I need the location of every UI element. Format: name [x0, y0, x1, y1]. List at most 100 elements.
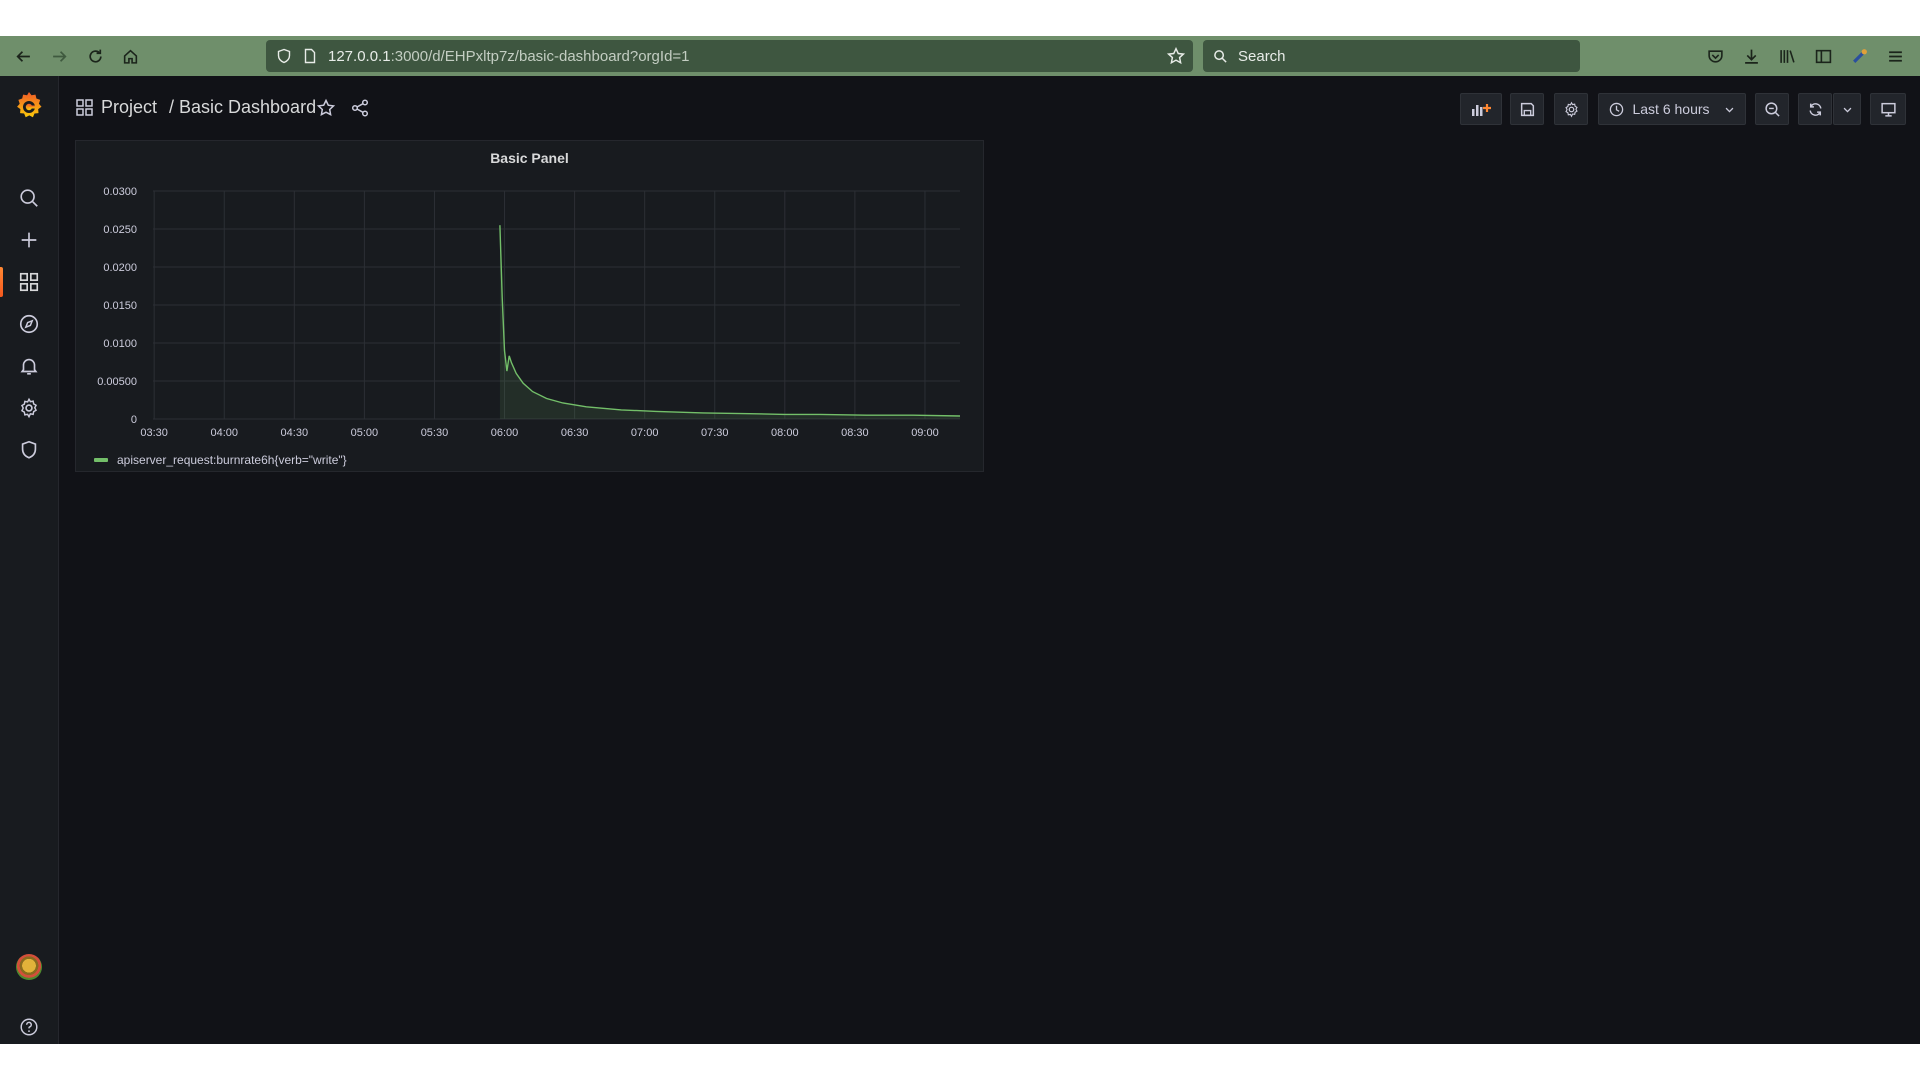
basic-panel[interactable]: Basic Panel 0 0.00500 0.0100 0.0150 0.0200 0.… [75, 140, 984, 472]
download-icon [1744, 49, 1758, 64]
back-icon [15, 50, 30, 62]
user-avatar[interactable] [16, 954, 42, 980]
breadcrumb-separator: / [169, 97, 175, 117]
reload-icon [88, 49, 102, 63]
time-range-label: Last 6 hours [1632, 101, 1710, 117]
url-bar[interactable]: 127.0.0.1:3000/d/EHPxltp7z/basic-dashboa… [266, 40, 1193, 72]
y-tick-label: 0.0300 [103, 186, 137, 198]
menu-icon [1888, 50, 1902, 62]
chevron-down-icon [1725, 107, 1733, 112]
back-button[interactable] [5, 36, 41, 76]
library-button[interactable] [1769, 36, 1805, 76]
compass-icon [19, 314, 39, 334]
y-tick-label: 0 [131, 414, 137, 426]
x-tick-label: 05:00 [351, 427, 379, 439]
legend-item[interactable]: apiserver_request:burnrate6h{verb="write… [94, 453, 347, 467]
y-tick-label: 0.0200 [103, 262, 137, 274]
browser-search-bar[interactable] [1203, 40, 1580, 72]
star-icon[interactable] [316, 98, 336, 118]
legend-label: apiserver_request:burnrate6h{verb="write… [117, 453, 347, 467]
gear-icon [1564, 101, 1578, 117]
help-icon [20, 1018, 38, 1036]
x-tick-label: 08:00 [771, 427, 799, 439]
x-tick-label: 08:30 [841, 427, 869, 439]
breadcrumb-folder[interactable]: Project [101, 97, 157, 118]
home-icon [123, 49, 137, 64]
x-tick-label: 05:30 [421, 427, 449, 439]
search-icon [20, 189, 38, 207]
side-item-help[interactable] [0, 1006, 58, 1048]
side-item-explore[interactable] [0, 303, 58, 345]
library-icon [1779, 49, 1795, 63]
app-menu-button[interactable] [1877, 36, 1913, 76]
pocket-button[interactable] [1697, 36, 1733, 76]
reload-button[interactable] [77, 36, 113, 76]
add-panel-button[interactable] [1460, 93, 1502, 125]
forward-icon [52, 50, 67, 62]
downloads-button[interactable] [1733, 36, 1769, 76]
zoom-out-button[interactable] [1755, 93, 1789, 125]
home-button[interactable] [112, 36, 148, 76]
url-path: :3000/d/EHPxltp7z/basic-dashboard?orgId=… [390, 47, 690, 65]
legend-swatch [94, 458, 108, 462]
grafana-app: Project / Basic Dashboard Last 6 hours B… [0, 76, 1920, 1044]
dashboards-grid-icon [76, 99, 93, 116]
dashboards-grid-icon [19, 272, 39, 292]
sidebar-icon [1815, 49, 1831, 63]
y-tick-label: 0.00500 [97, 376, 137, 388]
y-tick-label: 0.0150 [103, 300, 137, 312]
side-item-create[interactable] [0, 219, 58, 261]
line-chart[interactable]: 0 0.00500 0.0100 0.0150 0.0200 0.0250 0.0300 03… [76, 141, 983, 446]
cycle-view-mode-button[interactable] [1870, 93, 1906, 125]
refresh-interval-dropdown[interactable] [1833, 93, 1861, 125]
bookmark-star-icon[interactable] [1167, 47, 1185, 65]
x-tick-label: 07:00 [631, 427, 659, 439]
dashboard-title[interactable]: Basic Dashboard [179, 97, 316, 118]
grafana-logo-icon[interactable] [13, 90, 45, 122]
browser-search-input[interactable] [1236, 46, 1560, 66]
extension-icon [1852, 48, 1867, 63]
side-item-server-admin[interactable] [0, 429, 58, 471]
x-tick-label: 04:00 [210, 427, 238, 439]
refresh-button[interactable] [1798, 93, 1832, 125]
x-tick-label: 06:30 [561, 427, 589, 439]
x-tick-label: 03:30 [140, 427, 168, 439]
side-menu [0, 76, 59, 1044]
x-tick-label: 07:30 [701, 427, 729, 439]
search-icon [1214, 49, 1227, 63]
chevron-down-icon [1843, 107, 1851, 112]
pocket-icon [1707, 49, 1723, 63]
series-area [499, 225, 960, 419]
side-item-search[interactable] [0, 177, 58, 219]
page-icon[interactable] [302, 48, 318, 64]
monitor-icon [1880, 102, 1896, 117]
time-picker-button[interactable]: Last 6 hours [1598, 93, 1746, 125]
bell-icon [20, 358, 38, 375]
shield-icon [21, 440, 37, 459]
plus-icon [21, 232, 37, 248]
y-tick-label: 0.0250 [103, 224, 137, 236]
series-line [499, 225, 961, 417]
dashboard-settings-button[interactable] [1554, 93, 1588, 125]
x-tick-label: 09:00 [911, 427, 939, 439]
forward-button[interactable] [41, 36, 77, 76]
side-item-dashboards[interactable] [0, 261, 58, 303]
gear-icon [20, 397, 38, 419]
url-host: 127.0.0.1 [328, 47, 391, 65]
add-panel-icon [1472, 103, 1491, 116]
side-item-configuration[interactable] [0, 387, 58, 429]
url-text[interactable]: 127.0.0.1:3000/d/EHPxltp7z/basic-dashboa… [328, 48, 690, 65]
side-item-alerting[interactable] [0, 345, 58, 387]
dashboard-navbar: Project / Basic Dashboard Last 6 hours [58, 76, 1920, 140]
save-icon [1520, 102, 1534, 116]
browser-toolbar: 127.0.0.1:3000/d/EHPxltp7z/basic-dashboa… [0, 36, 1920, 76]
shield-icon[interactable] [276, 48, 292, 64]
x-tick-label: 06:00 [491, 427, 519, 439]
sidebar-button[interactable] [1805, 36, 1841, 76]
save-dashboard-button[interactable] [1510, 93, 1544, 125]
extension-button[interactable] [1841, 36, 1877, 76]
x-tick-label: 04:30 [281, 427, 309, 439]
zoom-out-icon [1764, 101, 1780, 117]
share-icon[interactable] [350, 98, 370, 118]
refresh-icon [1808, 102, 1822, 116]
